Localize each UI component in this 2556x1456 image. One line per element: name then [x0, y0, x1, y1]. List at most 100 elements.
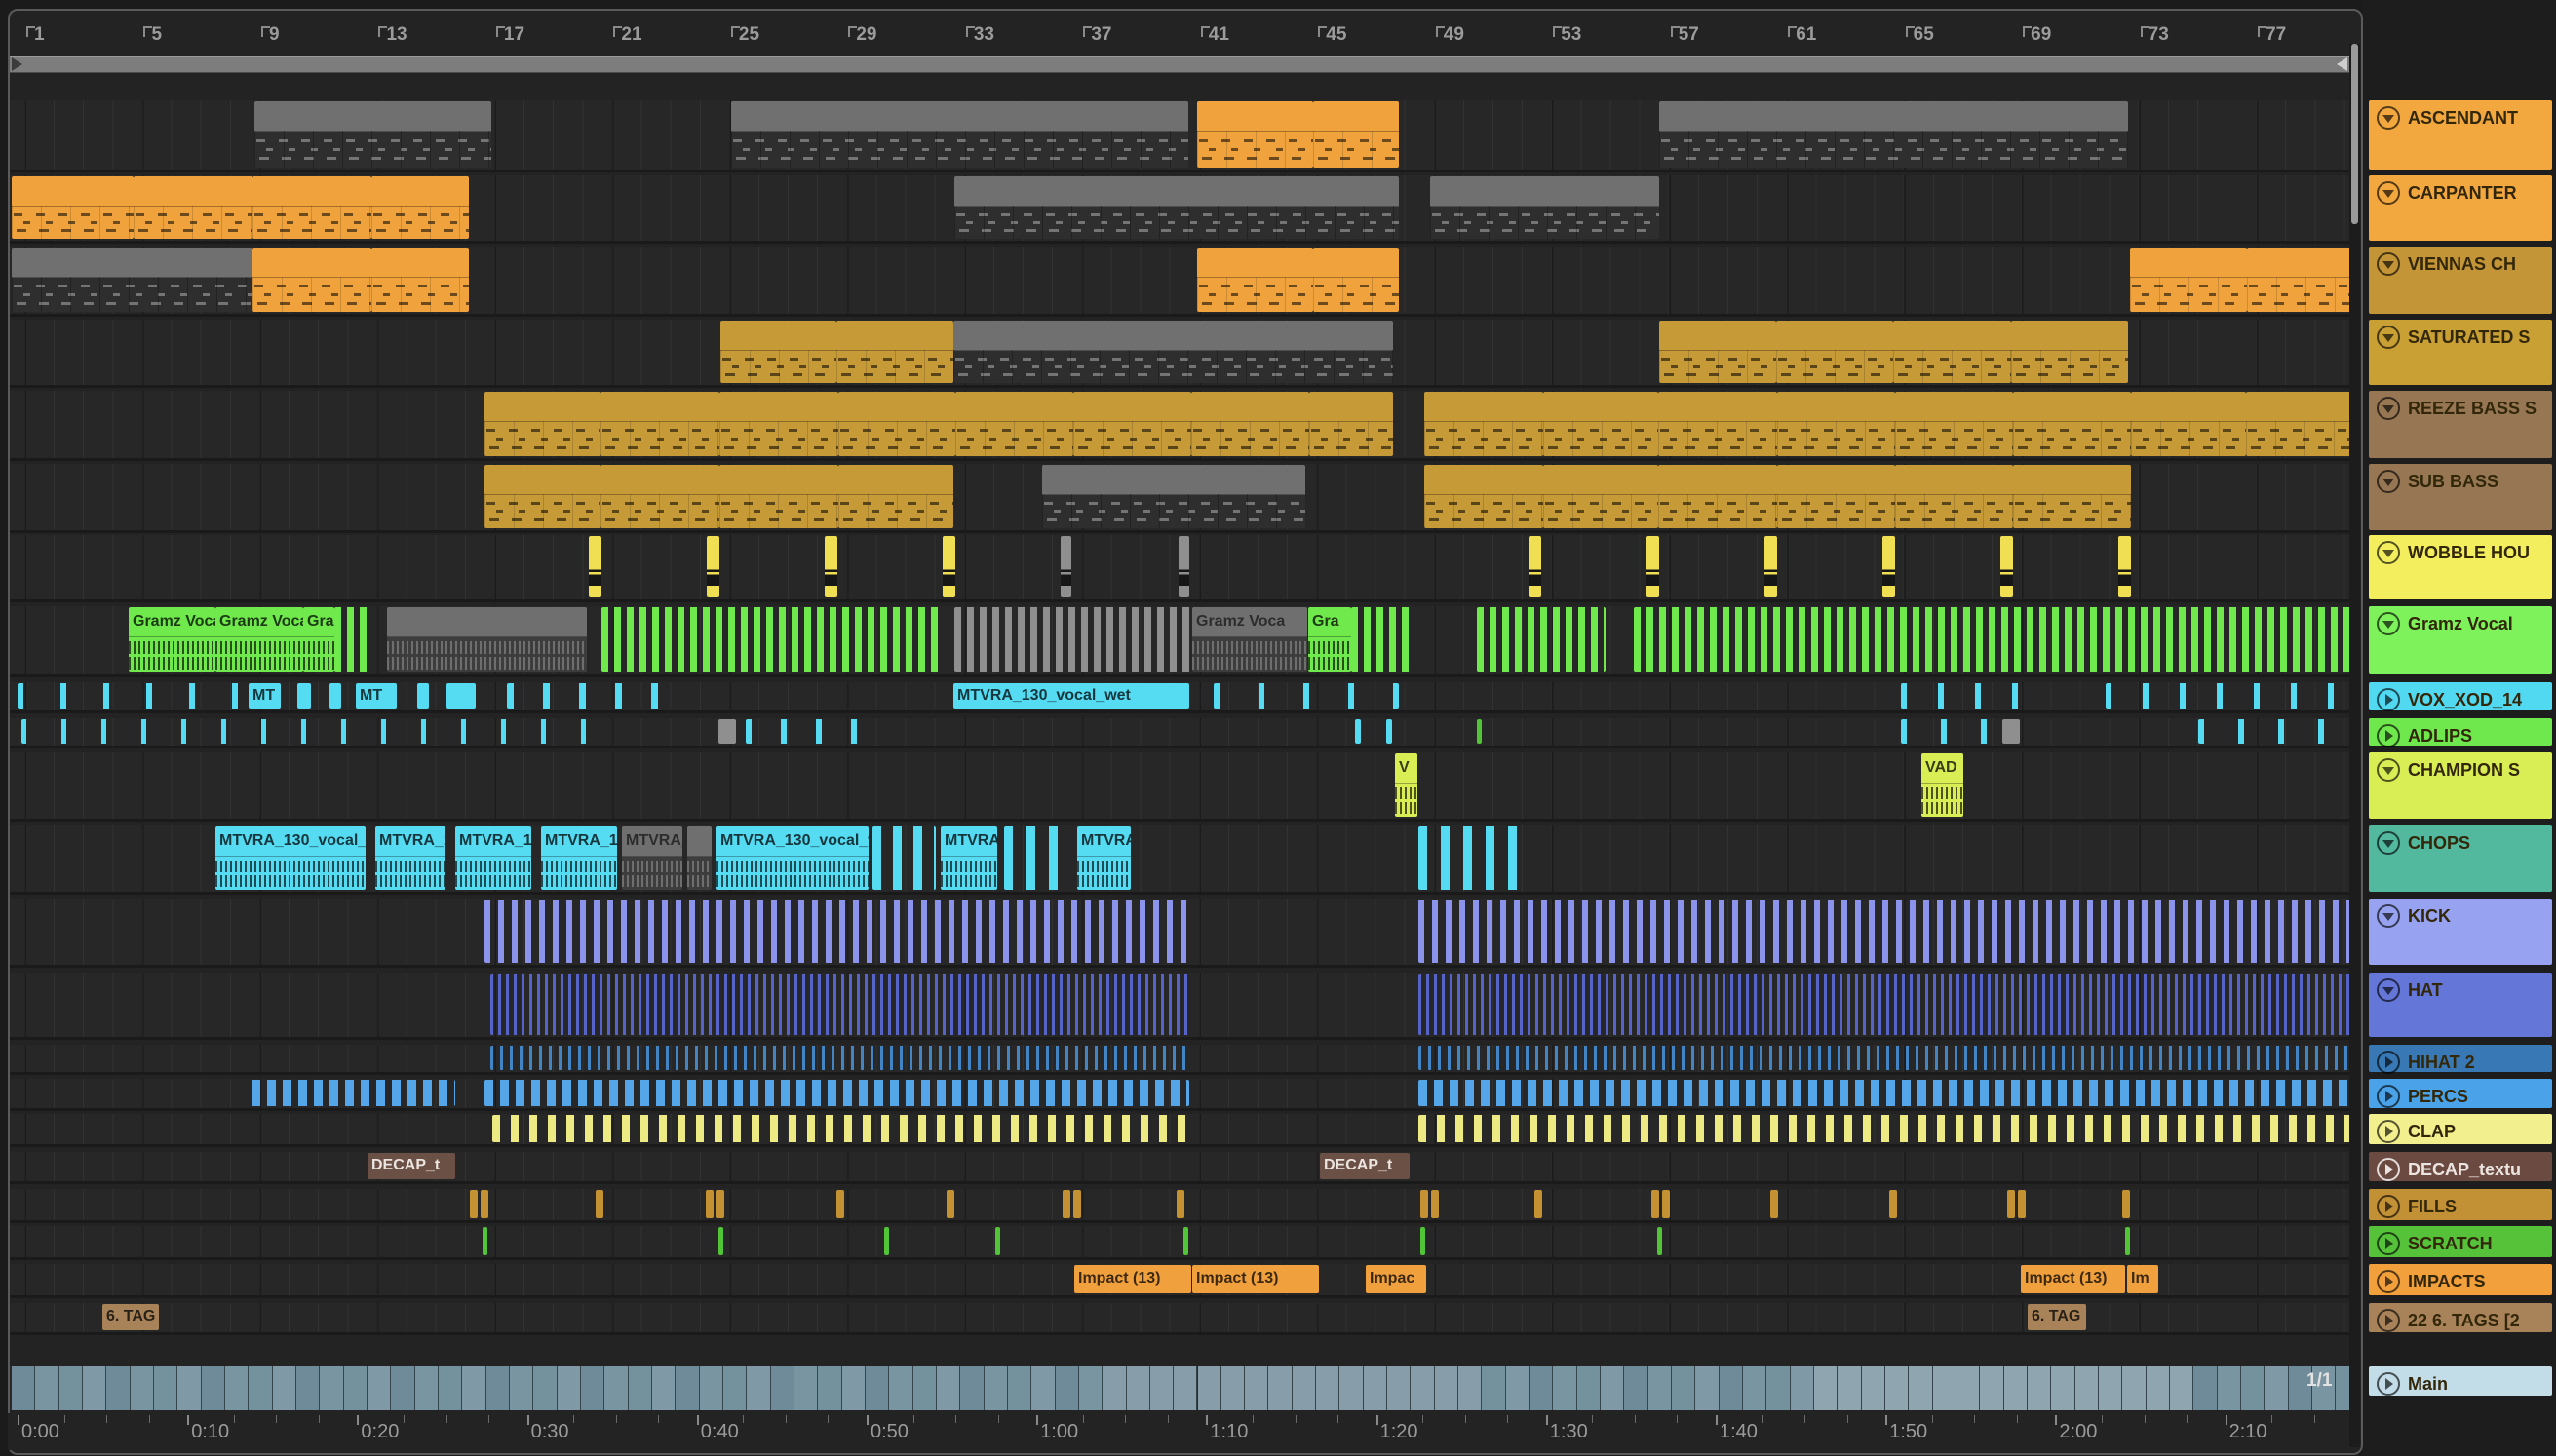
clip[interactable]	[1529, 536, 1541, 597]
clip[interactable]	[1893, 321, 2011, 383]
clip[interactable]	[1418, 900, 2357, 963]
main-track-lane[interactable]	[10, 1366, 2360, 1410]
overview-cell[interactable]	[1245, 1366, 1269, 1410]
overview-cell[interactable]	[676, 1366, 700, 1410]
clip-mtvra-13[interactable]: MTVRA_13	[375, 826, 445, 890]
vertical-scrollbar[interactable]	[2349, 44, 2360, 1447]
overview-cell[interactable]	[438, 1366, 463, 1410]
overview-cell[interactable]	[1505, 1366, 1530, 1410]
track-lane-clap[interactable]	[10, 1114, 2357, 1147]
clip[interactable]	[1418, 1080, 2357, 1106]
overview-cell[interactable]	[960, 1366, 985, 1410]
overview-cell[interactable]	[272, 1366, 296, 1410]
overview-cell[interactable]	[2146, 1366, 2171, 1410]
clip[interactable]	[371, 176, 469, 239]
clip[interactable]	[484, 465, 600, 528]
clip[interactable]	[1534, 1190, 1542, 1218]
track-lane-viennas-ch[interactable]	[10, 247, 2357, 317]
overview-cell[interactable]	[58, 1366, 83, 1410]
track-lane-22-6-tags-2[interactable]: 6. TAG 6. TAG	[10, 1303, 2349, 1335]
track-header-adlips[interactable]: ADLIPS	[2369, 718, 2552, 747]
clip[interactable]	[947, 1190, 954, 1218]
fold-track-icon[interactable]	[2377, 904, 2400, 928]
overview-cell[interactable]	[1553, 1366, 1577, 1410]
clip[interactable]	[1777, 392, 1895, 456]
overview-cell[interactable]	[153, 1366, 178, 1410]
track-header-vox-xod-14[interactable]: VOX_XOD_14	[2369, 682, 2552, 711]
track-header-champion-s[interactable]: CHAMPION S	[2369, 752, 2552, 819]
overview-cell[interactable]	[1103, 1366, 1127, 1410]
clip[interactable]	[1420, 1190, 1428, 1218]
clip[interactable]	[21, 719, 587, 744]
overview-cell[interactable]	[224, 1366, 250, 1410]
clip-mtvra-13[interactable]: MTVRA_13	[541, 826, 617, 890]
overview-cell[interactable]	[1695, 1366, 1720, 1410]
clip[interactable]	[507, 683, 682, 709]
clip[interactable]	[1430, 176, 1659, 239]
clip[interactable]	[1659, 321, 1776, 383]
overview-cell[interactable]	[485, 1366, 510, 1410]
overview-cell[interactable]	[1411, 1366, 1435, 1410]
overview-cell[interactable]	[1339, 1366, 1364, 1410]
clip[interactable]	[836, 321, 953, 383]
clip[interactable]	[1418, 974, 2357, 1035]
overview-cell[interactable]	[1220, 1366, 1246, 1410]
clip[interactable]	[2013, 465, 2131, 528]
overview-cell[interactable]	[130, 1366, 154, 1410]
clip[interactable]	[1063, 1190, 1070, 1218]
overview-cell[interactable]	[1576, 1366, 1602, 1410]
overview-cell[interactable]	[1292, 1366, 1317, 1410]
clip[interactable]	[2106, 683, 2357, 709]
play-track-icon[interactable]	[2377, 1309, 2400, 1332]
overview-cell[interactable]	[1932, 1366, 1957, 1410]
overview-cell[interactable]	[1956, 1366, 1981, 1410]
clip[interactable]	[1355, 719, 1361, 744]
overview-cell[interactable]	[1909, 1366, 1933, 1410]
track-header-carpanter[interactable]: CARPANTER	[2369, 175, 2552, 241]
clip[interactable]	[1214, 683, 1399, 709]
play-track-icon[interactable]	[2377, 724, 2400, 747]
track-lane-vox-xod-14[interactable]: MT MT MTVRA_130_vocal_wet	[10, 682, 2357, 713]
clip[interactable]	[1061, 536, 1071, 597]
clip-decap-t[interactable]: DECAP_t	[1320, 1153, 1410, 1179]
clip[interactable]	[2246, 392, 2357, 456]
clip[interactable]	[718, 1227, 723, 1255]
clip[interactable]	[1177, 1190, 1184, 1218]
clip[interactable]	[719, 465, 838, 528]
clip[interactable]	[600, 392, 719, 456]
clip[interactable]	[687, 826, 712, 890]
overview-cell[interactable]	[936, 1366, 961, 1410]
clip[interactable]	[1770, 1190, 1778, 1218]
clip[interactable]	[1197, 101, 1313, 168]
clip[interactable]	[716, 1190, 724, 1218]
clip[interactable]	[1183, 1227, 1188, 1255]
overview-cell[interactable]	[580, 1366, 605, 1410]
clip[interactable]	[1420, 1227, 1425, 1255]
clip[interactable]	[1651, 1190, 1659, 1218]
clip-mtvra-13[interactable]: MTVRA_13	[622, 826, 682, 890]
clip[interactable]	[12, 248, 252, 312]
clip[interactable]	[2247, 248, 2357, 312]
clip[interactable]	[1424, 465, 1543, 528]
clip-6-tag[interactable]: 6. TAG	[2028, 1304, 2086, 1330]
overview-cell[interactable]	[1766, 1366, 1791, 1410]
fold-track-icon[interactable]	[2377, 470, 2400, 493]
clip[interactable]	[470, 1190, 478, 1218]
clip[interactable]	[719, 392, 838, 456]
overview-cell[interactable]	[984, 1366, 1008, 1410]
overview-cell[interactable]	[1624, 1366, 1648, 1410]
overview-cell[interactable]	[1174, 1366, 1198, 1410]
clip[interactable]	[2118, 536, 2131, 597]
clip-gramz-voca[interactable]: Gramz Voca	[215, 607, 303, 672]
track-header-sub-bass[interactable]: SUB BASS	[2369, 464, 2552, 530]
clip[interactable]	[417, 683, 429, 709]
time-ruler[interactable]: 0:00 0:10 0:20 0:30 0:40 0:50 1:00 1:10 1:20 1:30…	[8, 1413, 2359, 1450]
clip[interactable]	[252, 1080, 455, 1106]
track-header-decap-textu[interactable]: DECAP_textu	[2369, 1152, 2552, 1181]
clip-vad[interactable]: VAD	[1921, 753, 1963, 817]
clip[interactable]	[1309, 392, 1393, 456]
overview-cell[interactable]	[1149, 1366, 1175, 1410]
clip[interactable]	[2013, 392, 2131, 456]
fold-track-icon[interactable]	[2377, 252, 2400, 276]
clip[interactable]	[731, 101, 1188, 168]
